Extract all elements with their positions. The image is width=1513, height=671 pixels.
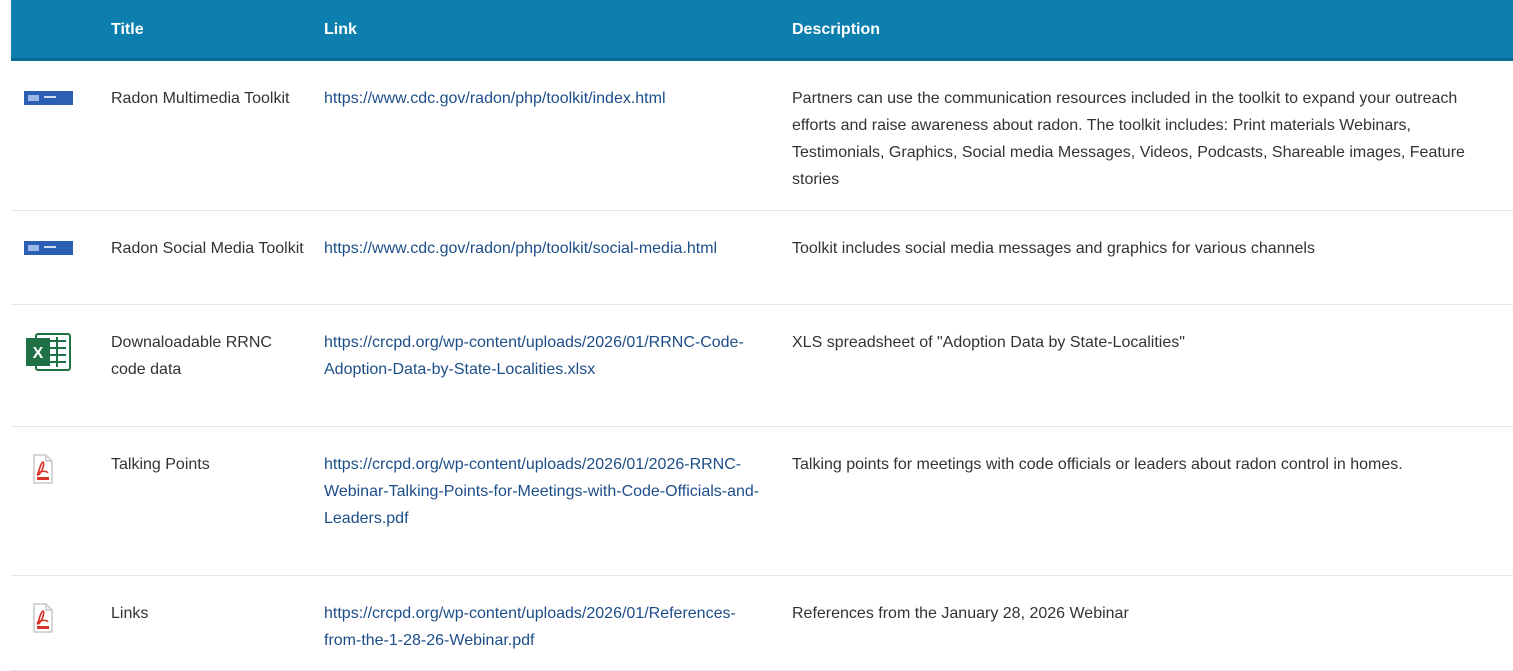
table-row: Radon Multimedia Toolkit https://www.cdc… <box>11 61 1513 211</box>
cdc-logo-icon <box>24 241 73 255</box>
pdf-icon <box>33 454 53 484</box>
table-row: Links https://crcpd.org/wp-content/uploa… <box>11 576 1513 671</box>
row-link[interactable]: https://crcpd.org/wp-content/uploads/202… <box>324 334 744 378</box>
table-header: Title Link Description <box>11 0 1513 61</box>
header-link: Link <box>324 21 357 38</box>
table-row: Talking Points https://crcpd.org/wp-cont… <box>11 427 1513 576</box>
header-title: Title <box>111 21 144 38</box>
row-link[interactable]: https://www.cdc.gov/radon/php/toolkit/in… <box>324 90 666 107</box>
svg-text:X: X <box>33 345 44 362</box>
row-link[interactable]: https://crcpd.org/wp-content/uploads/202… <box>324 456 759 527</box>
cdc-logo-icon <box>24 91 73 105</box>
excel-icon: X <box>26 333 71 371</box>
row-title: Radon Social Media Toolkit <box>111 240 304 257</box>
row-description: Toolkit includes social media messages a… <box>792 240 1315 257</box>
resources-table: Title Link Description Radon Multimedia … <box>11 0 1513 671</box>
table-row: Radon Social Media Toolkit https://www.c… <box>11 211 1513 305</box>
row-title: Links <box>111 605 149 622</box>
row-title: Radon Multimedia Toolkit <box>111 90 290 107</box>
table-row: X Downaloadable RRNC code data https://c… <box>11 305 1513 427</box>
row-link[interactable]: https://www.cdc.gov/radon/php/toolkit/so… <box>324 240 717 257</box>
row-description: XLS spreadsheet of "Adoption Data by Sta… <box>792 334 1185 351</box>
pdf-icon <box>33 603 53 633</box>
row-link[interactable]: https://crcpd.org/wp-content/uploads/202… <box>324 605 736 649</box>
row-description: References from the January 28, 2026 Web… <box>792 605 1129 622</box>
header-description: Description <box>792 21 881 38</box>
row-description: Partners can use the communication resou… <box>792 90 1465 188</box>
row-description: Talking points for meetings with code of… <box>792 456 1403 473</box>
row-title: Downaloadable RRNC code data <box>111 334 272 378</box>
row-title: Talking Points <box>111 456 210 473</box>
